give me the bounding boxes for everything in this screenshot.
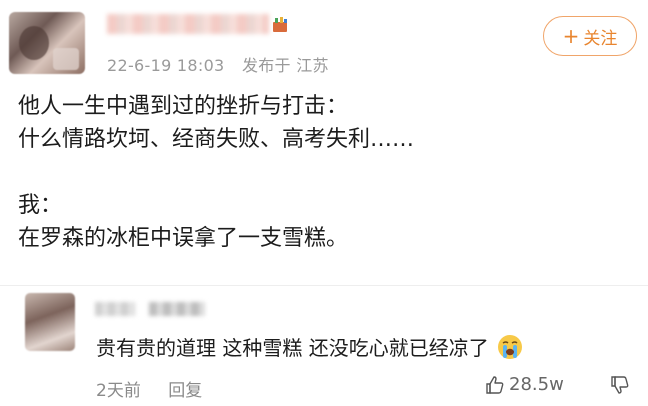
crying-face-icon (497, 334, 522, 359)
follow-button[interactable]: + 关注 (543, 16, 637, 56)
author-avatar[interactable] (9, 12, 85, 74)
divider (0, 285, 648, 286)
reply-button[interactable]: 回复 (168, 381, 202, 401)
commenter-avatar[interactable] (25, 293, 75, 351)
post-location-prefix: 发布于 (241, 56, 291, 75)
user-badge-icon (273, 17, 287, 32)
post-timestamp: 22-6-19 18:03 (107, 56, 225, 75)
comment-time: 2天前 (96, 381, 141, 401)
commenter-tag-blurred (149, 302, 205, 316)
post-location: 江苏 (296, 56, 329, 75)
post-line: 什么情路坎坷、经商失败、高考失利…… (18, 127, 415, 152)
author-name-blurred[interactable] (107, 14, 269, 34)
comment-footer: 2天前 回复 (96, 376, 202, 401)
commenter-name-blurred[interactable] (95, 302, 135, 316)
thumbs-up-icon (486, 375, 504, 394)
post-line: 在罗森的冰柜中误拿了一支雪糕。 (18, 226, 349, 251)
post-body: 他人一生中遇到过的挫折与打击： 什么情路坎坷、经商失败、高考失利…… 我： 在罗… (18, 90, 638, 255)
like-count: 28.5w (509, 374, 564, 395)
comment-text: 贵有贵的道理 这种雪糕 还没吃心就已经凉了 (96, 332, 523, 361)
comment-body: 贵有贵的道理 这种雪糕 还没吃心就已经凉了 (96, 336, 489, 360)
post-meta: 22-6-19 18:03 发布于 江苏 (107, 52, 329, 76)
post-line: 他人一生中遇到过的挫折与打击： (18, 94, 349, 119)
like-button[interactable]: 28.5w (485, 374, 564, 395)
follow-label: 关注 (583, 28, 618, 49)
post-line: 我： (18, 193, 63, 218)
plus-icon: + (562, 24, 580, 48)
thumbs-down-icon[interactable] (609, 374, 631, 396)
